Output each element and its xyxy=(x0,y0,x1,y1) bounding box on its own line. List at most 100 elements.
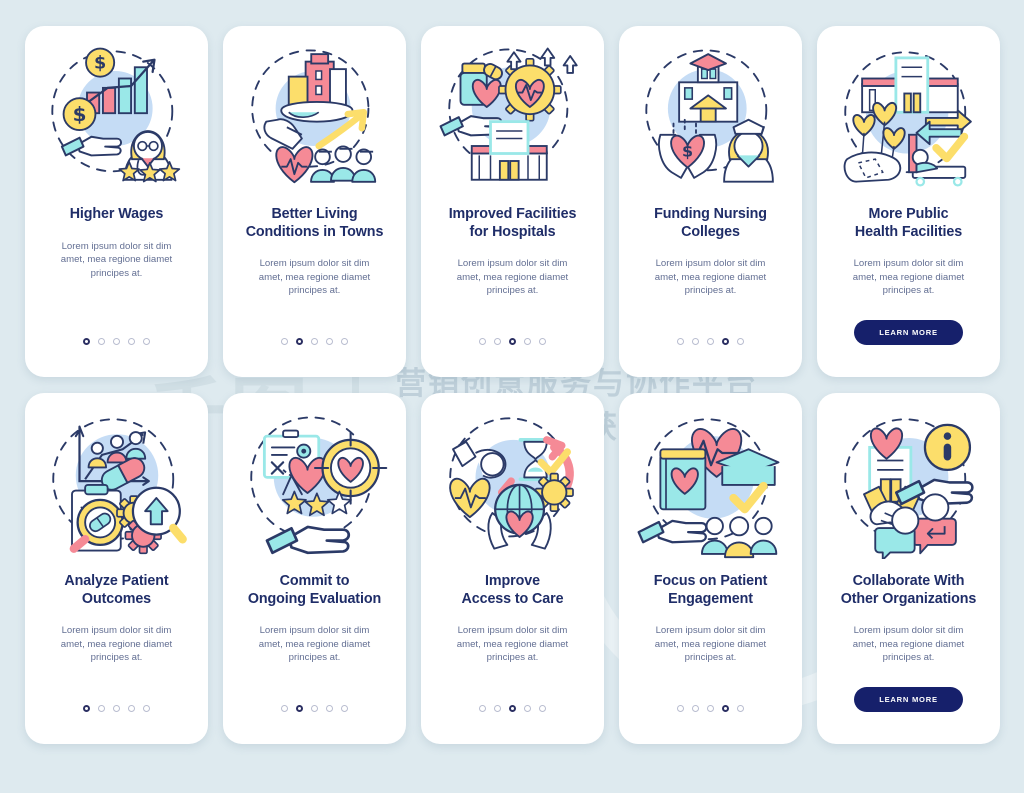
illustration-medicine-hand-gear-heart-hospital-icon xyxy=(438,40,588,192)
card-footer xyxy=(619,338,802,345)
pagination-dot-1[interactable] xyxy=(281,338,288,345)
card-footer: LEARN MORE xyxy=(817,320,1000,345)
svg-text:$: $ xyxy=(682,141,693,160)
pagination-dot-5[interactable] xyxy=(539,705,546,712)
svg-text:$: $ xyxy=(72,103,86,126)
pagination-dot-5[interactable] xyxy=(143,705,150,712)
card-footer xyxy=(421,705,604,712)
pagination-dots[interactable] xyxy=(677,705,744,712)
card-footer xyxy=(25,705,208,712)
pagination-dot-5[interactable] xyxy=(143,338,150,345)
pagination-dot-5[interactable] xyxy=(341,705,348,712)
pagination-dot-2-active[interactable] xyxy=(296,338,303,345)
onboarding-card-more-public-health-facilities: More Public Health Facilities Lorem ipsum… xyxy=(817,26,1000,377)
pagination-dot-3[interactable] xyxy=(113,705,120,712)
learn-more-button[interactable]: LEARN MORE xyxy=(854,320,963,345)
pagination-dots[interactable] xyxy=(281,705,348,712)
card-footer xyxy=(619,705,802,712)
pagination-dot-4[interactable] xyxy=(524,338,531,345)
pagination-dot-1-active[interactable] xyxy=(83,705,90,712)
card-footer xyxy=(223,338,406,345)
pagination-dot-3[interactable] xyxy=(311,338,318,345)
pagination-dots[interactable] xyxy=(479,705,546,712)
onboarding-card-higher-wages: $ $ Higher Wages Lorem ipsum dolor sit di… xyxy=(25,26,208,377)
card-body-text: Lorem ipsum dolor sit dim amet, mea regi… xyxy=(60,625,173,663)
pagination-dot-4[interactable] xyxy=(128,705,135,712)
pagination-dot-3-active[interactable] xyxy=(509,338,516,345)
onboarding-card-analyze-patient-outcomes: Analyze Patient Outcomes Lorem ipsum dolo… xyxy=(25,393,208,744)
pagination-dot-2[interactable] xyxy=(692,705,699,712)
onboarding-card-commit-to-ongoing-evaluation: Commit to Ongoing Evaluation Lorem ipsum … xyxy=(223,393,406,744)
illustration-board-heart-target-stars-hand-icon xyxy=(240,407,390,559)
card-title: Better Living Conditions in Towns xyxy=(245,206,384,240)
card-title: Analyze Patient Outcomes xyxy=(64,573,169,607)
pagination-dot-3[interactable] xyxy=(113,338,120,345)
pagination-dots[interactable] xyxy=(83,705,150,712)
onboarding-card-improve-access-to-care: Improve Access to Care Lorem ipsum dolor … xyxy=(421,393,604,744)
card-title: Focus on Patient Engagement xyxy=(653,573,768,607)
svg-text:$: $ xyxy=(94,53,106,73)
card-footer xyxy=(223,705,406,712)
card-footer xyxy=(421,338,604,345)
pagination-dot-3-active[interactable] xyxy=(509,705,516,712)
illustration-city-globe-heart-people-arrow-icon xyxy=(240,40,390,192)
pagination-dot-2-active[interactable] xyxy=(296,705,303,712)
card-title: Collaborate With Other Organizations xyxy=(840,573,977,607)
card-footer: LEARN MORE xyxy=(817,687,1000,712)
pagination-dot-4-active[interactable] xyxy=(722,338,729,345)
card-body-text: Lorem ipsum dolor sit dim amet, mea regi… xyxy=(852,258,965,296)
onboarding-card-focus-on-patient-engagement: Focus on Patient Engagement Lorem ipsum d… xyxy=(619,393,802,744)
pagination-dot-2[interactable] xyxy=(494,705,501,712)
pagination-dot-2[interactable] xyxy=(98,338,105,345)
card-title: Improve Access to Care xyxy=(461,573,564,607)
pagination-dot-4[interactable] xyxy=(524,705,531,712)
pagination-dot-5[interactable] xyxy=(341,338,348,345)
pagination-dot-5[interactable] xyxy=(737,705,744,712)
illustration-hourglass-cycle-check-gear-globe-hands-icon xyxy=(438,407,588,559)
pagination-dots[interactable] xyxy=(83,338,150,345)
illustration-college-hands-heart-nurse-icon: $ xyxy=(636,40,786,192)
card-body-text: Lorem ipsum dolor sit dim amet, mea regi… xyxy=(456,258,569,296)
pagination-dot-2[interactable] xyxy=(494,338,501,345)
card-body-text: Lorem ipsum dolor sit dim amet, mea regi… xyxy=(456,625,569,663)
pagination-dot-1[interactable] xyxy=(479,705,486,712)
pagination-dot-3[interactable] xyxy=(707,705,714,712)
card-body-text: Lorem ipsum dolor sit dim amet, mea regi… xyxy=(852,625,965,663)
pagination-dot-4[interactable] xyxy=(326,705,333,712)
pagination-dot-4[interactable] xyxy=(326,338,333,345)
pagination-dot-4-active[interactable] xyxy=(722,705,729,712)
card-body-text: Lorem ipsum dolor sit dim amet, mea regi… xyxy=(654,625,767,663)
pagination-dot-1[interactable] xyxy=(677,705,684,712)
card-body-text: Lorem ipsum dolor sit dim amet, mea regi… xyxy=(654,258,767,296)
pagination-dot-1[interactable] xyxy=(677,338,684,345)
pagination-dot-3[interactable] xyxy=(707,338,714,345)
pagination-dot-4[interactable] xyxy=(128,338,135,345)
onboarding-card-funding-nursing-colleges: $ Funding Nursing Colleges Lorem ipsum do… xyxy=(619,26,802,377)
card-title: Commit to Ongoing Evaluation xyxy=(247,573,382,607)
pagination-dot-1[interactable] xyxy=(479,338,486,345)
illustration-graph-people-pills-clipboard-magnifier-icon xyxy=(42,407,192,559)
onboarding-card-better-living-conditions-in-towns: Better Living Conditions in Towns Lorem i… xyxy=(223,26,406,377)
card-body-text: Lorem ipsum dolor sit dim amet, mea regi… xyxy=(258,258,371,296)
pagination-dot-1-active[interactable] xyxy=(83,338,90,345)
pagination-dot-3[interactable] xyxy=(311,705,318,712)
card-body-text: Lorem ipsum dolor sit dim amet, mea regi… xyxy=(60,240,173,279)
card-body-text: Lorem ipsum dolor sit dim amet, mea regi… xyxy=(258,625,371,663)
pagination-dot-2[interactable] xyxy=(98,705,105,712)
card-title: Improved Facilities for Hospitals xyxy=(448,206,577,240)
pagination-dot-1[interactable] xyxy=(281,705,288,712)
illustration-coins-chart-doctor-stars-icon: $ $ xyxy=(42,40,192,192)
illustration-book-heartbeat-cap-check-people-hand-icon xyxy=(636,407,786,559)
pagination-dots[interactable] xyxy=(479,338,546,345)
pagination-dots[interactable] xyxy=(281,338,348,345)
learn-more-button[interactable]: LEARN MORE xyxy=(854,687,963,712)
illustration-handshake-info-hand-chat-people-icon xyxy=(834,407,984,559)
illustration-clinic-balloons-bed-check-icon xyxy=(834,40,984,192)
card-title: Higher Wages xyxy=(69,206,164,222)
pagination-dots[interactable] xyxy=(677,338,744,345)
pagination-dot-5[interactable] xyxy=(539,338,546,345)
pagination-dot-5[interactable] xyxy=(737,338,744,345)
card-footer xyxy=(25,338,208,345)
pagination-dot-2[interactable] xyxy=(692,338,699,345)
card-title: Funding Nursing Colleges xyxy=(654,206,767,240)
